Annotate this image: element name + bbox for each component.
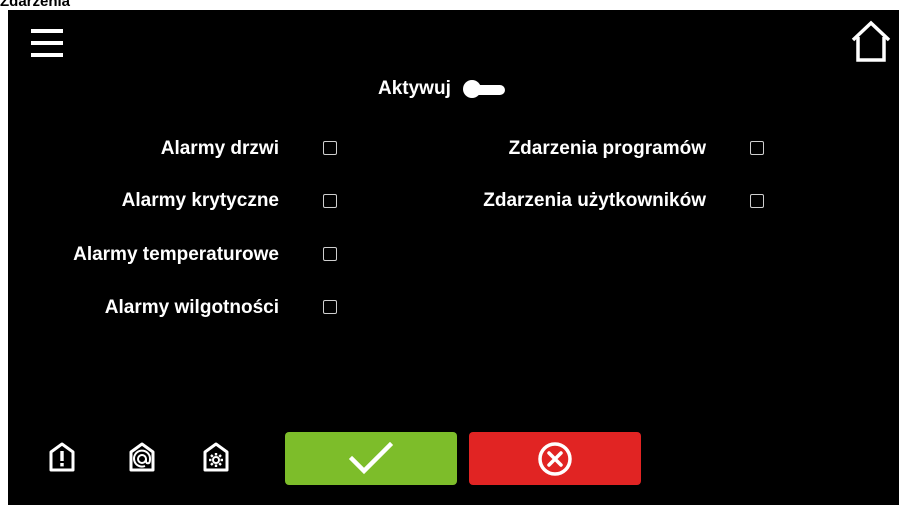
option-label: Alarmy temperaturowe <box>73 244 279 265</box>
page-title: Zdarzenia <box>0 0 71 10</box>
option-label: Alarmy drzwi <box>160 138 279 159</box>
humidity-alarms-checkbox[interactable] <box>323 300 337 314</box>
option-user-events: Zdarzenia użytkowników <box>483 186 706 216</box>
menu-bar <box>31 29 63 33</box>
home-icon <box>851 20 891 62</box>
home-button[interactable] <box>848 18 894 64</box>
menu-button[interactable] <box>31 29 63 57</box>
menu-bar <box>31 53 63 57</box>
cancel-button[interactable] <box>469 432 641 485</box>
activate-row: Aktywuj <box>378 74 505 104</box>
alarm-button[interactable] <box>48 442 76 472</box>
option-label: Zdarzenia programów <box>508 138 706 159</box>
confirm-button[interactable] <box>285 432 457 485</box>
program-events-checkbox[interactable] <box>750 141 764 155</box>
critical-alarms-checkbox[interactable] <box>323 194 337 208</box>
option-door-alarms: Alarmy drzwi <box>161 134 279 164</box>
email-icon <box>129 442 155 472</box>
option-critical-alarms: Alarmy krytyczne <box>122 186 279 216</box>
email-button[interactable] <box>128 442 156 472</box>
menu-bar <box>31 41 63 45</box>
settings-icon <box>203 442 229 472</box>
user-events-checkbox[interactable] <box>750 194 764 208</box>
activate-toggle[interactable] <box>462 80 505 98</box>
door-alarms-checkbox[interactable] <box>323 141 337 155</box>
touch-screen: Aktywuj Alarmy drzwi Alarmy krytyczne Al… <box>8 10 899 505</box>
option-humidity-alarms: Alarmy wilgotności <box>105 293 279 323</box>
option-label: Zdarzenia użytkowników <box>483 190 706 211</box>
option-label: Alarmy wilgotności <box>104 297 279 318</box>
alarm-icon <box>49 442 75 472</box>
option-label: Alarmy krytyczne <box>121 190 279 211</box>
option-program-events: Zdarzenia programów <box>509 134 706 164</box>
cancel-circle-icon <box>538 441 572 476</box>
temperature-alarms-checkbox[interactable] <box>323 247 337 261</box>
activate-label: Aktywuj <box>378 78 451 99</box>
option-temperature-alarms: Alarmy temperaturowe <box>73 240 279 270</box>
checkmark-icon <box>349 441 393 474</box>
settings-button[interactable] <box>202 442 230 472</box>
toggle-knob <box>462 80 481 98</box>
